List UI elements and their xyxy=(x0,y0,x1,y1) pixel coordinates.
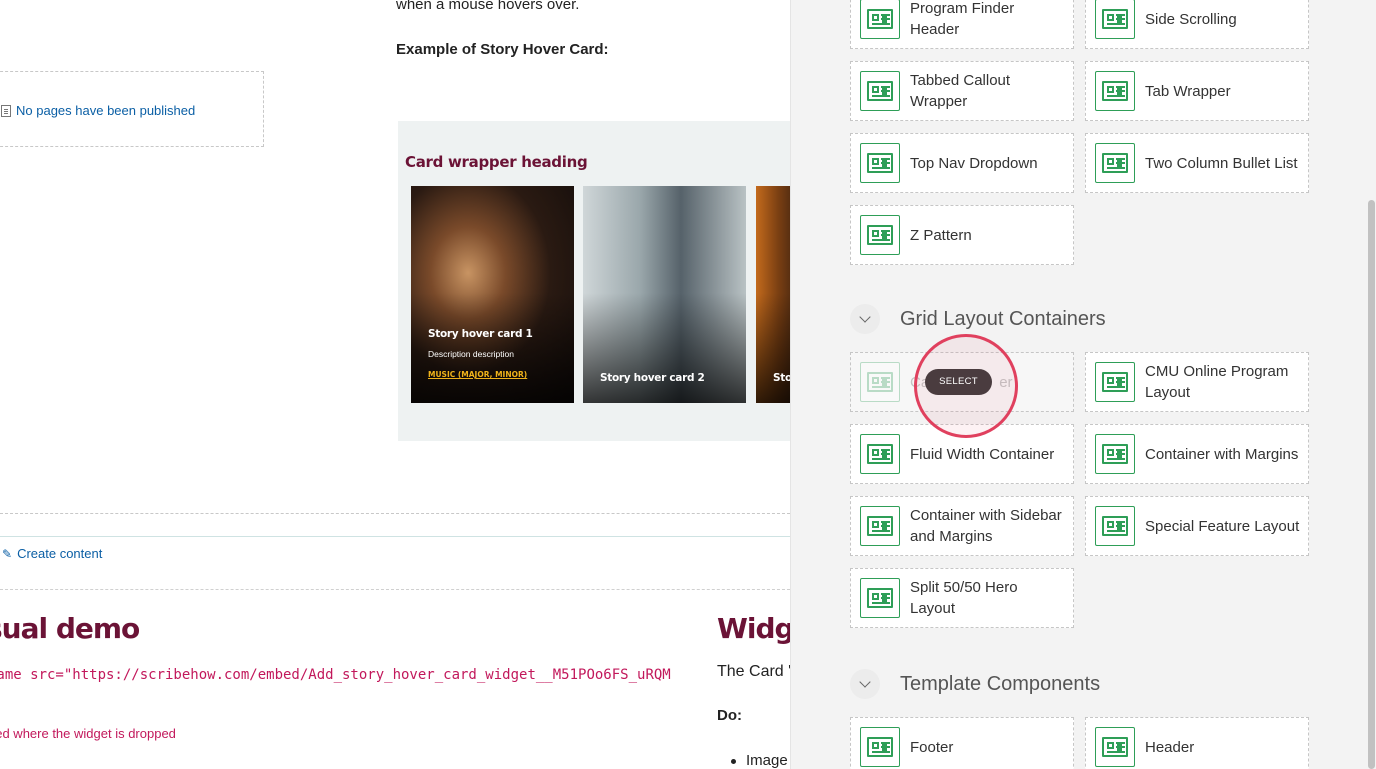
preview-heading: Card wrapper heading xyxy=(405,153,588,171)
tile-label: Footer xyxy=(910,738,954,756)
create-content-label: Create content xyxy=(17,546,103,561)
tile-label: Z Pattern xyxy=(910,226,972,244)
tile-container-with-margins[interactable]: Container with Margins xyxy=(1085,424,1309,484)
tile-label: Tab Wrapper xyxy=(1145,82,1231,100)
layout-block-icon xyxy=(860,578,900,618)
tile-label: Two Column Bullet List xyxy=(1145,154,1298,172)
section-template-components[interactable]: Template Components xyxy=(850,669,1100,699)
tile-footer[interactable]: Footer xyxy=(850,717,1074,769)
card-description: Description description xyxy=(428,349,514,359)
tile-container-with-sidebar-and-margins[interactable]: Container with Sidebar and Margins xyxy=(850,496,1074,556)
layout-block-icon xyxy=(860,215,900,255)
no-pages-block: No pages have been published xyxy=(0,71,264,147)
section-title: Grid Layout Containers xyxy=(900,307,1106,330)
tile-side-scrolling[interactable]: Side Scrolling xyxy=(1085,0,1309,49)
layout-block-icon xyxy=(1095,71,1135,111)
card-title: Story hover card 1 xyxy=(428,328,533,340)
layout-block-icon xyxy=(1095,362,1135,402)
tile-top-nav-dropdown[interactable]: Top Nav Dropdown xyxy=(850,133,1074,193)
example-label: Example of Story Hover Card: xyxy=(396,41,609,58)
main-content: when a mouse hovers over. Example of Sto… xyxy=(0,0,790,769)
intro-text: when a mouse hovers over. xyxy=(396,0,580,13)
layout-block-icon xyxy=(1095,727,1135,767)
tile-z-pattern[interactable]: Z Pattern xyxy=(850,205,1074,265)
chevron-down-icon[interactable] xyxy=(850,669,880,699)
added-note: ded where the widget is dropped xyxy=(0,726,176,741)
bullet-text: Image xyxy=(746,752,788,769)
tile-tab-wrapper[interactable]: Tab Wrapper xyxy=(1085,61,1309,121)
tile-label: Fluid Width Container xyxy=(910,445,1055,463)
layout-block-icon xyxy=(1095,143,1135,183)
card-widget-text: The Card ' xyxy=(717,663,790,680)
tile-split-50-50-hero-layout[interactable]: Split 50/50 Hero Layout xyxy=(850,568,1074,628)
tile-label: Split 50/50 Hero Layout xyxy=(910,579,1018,617)
tile-label: Container with Margins xyxy=(1145,445,1299,463)
tile-program-finder-header[interactable]: Program Finder Header xyxy=(850,0,1074,49)
layout-block-icon xyxy=(860,434,900,474)
bullet-item: Image xyxy=(731,752,788,769)
layout-block-icon xyxy=(1095,506,1135,546)
card-title: Story hover card 2 xyxy=(600,372,705,384)
card-shade xyxy=(411,293,574,403)
create-content-row: ✎ Create content xyxy=(0,536,790,590)
card-title: Sto xyxy=(773,372,790,384)
no-pages-label: No pages have been published xyxy=(16,103,196,118)
card-wrapper-preview: Card wrapper heading Story hover card 1 … xyxy=(398,121,790,441)
component-picker-panel: Program Finder Header Side Scrolling Tab… xyxy=(790,0,1376,769)
section-grid-layout-containers[interactable]: Grid Layout Containers xyxy=(850,304,1106,334)
chevron-down-icon[interactable] xyxy=(850,304,880,334)
section-title: Template Components xyxy=(900,672,1101,695)
tile-label: CMU Online Program Layout xyxy=(1145,363,1289,401)
document-icon xyxy=(1,104,11,117)
tile-special-feature-layout[interactable]: Special Feature Layout xyxy=(1085,496,1309,556)
iframe-code: rame src="https://scribehow.com/embed/Ad… xyxy=(0,667,671,683)
card-tag: MUSIC (MAJOR, MINOR) xyxy=(428,370,528,379)
layout-block-icon xyxy=(1095,434,1135,474)
tile-label: Special Feature Layout xyxy=(1145,517,1300,535)
scrollbar-track[interactable] xyxy=(1366,0,1376,769)
layout-block-icon xyxy=(860,143,900,183)
story-card: Sto xyxy=(756,186,790,403)
layout-block-icon xyxy=(860,71,900,111)
tile-label: Top Nav Dropdown xyxy=(910,154,1038,172)
tile-label: Tabbed Callout Wrapper xyxy=(910,72,1011,110)
widget-heading: Widge xyxy=(717,612,790,645)
layout-block-icon xyxy=(860,506,900,546)
do-label: Do: xyxy=(717,707,742,724)
layout-block-icon xyxy=(860,0,900,39)
no-pages-link[interactable]: No pages have been published xyxy=(1,103,195,118)
section-divider xyxy=(0,513,790,514)
tile-two-column-bullet-list[interactable]: Two Column Bullet List xyxy=(1085,133,1309,193)
card-shade xyxy=(756,293,790,403)
scrollbar-thumb[interactable] xyxy=(1368,200,1375,769)
layout-block-icon xyxy=(860,362,900,402)
layout-block-icon xyxy=(1095,0,1135,39)
card-shade xyxy=(583,293,746,403)
tile-label: Container with Sidebar and Margins xyxy=(910,507,1062,545)
tile-label: Program Finder Header xyxy=(910,0,1015,38)
tile-cmu-online-program-layout[interactable]: CMU Online Program Layout xyxy=(1085,352,1309,412)
pencil-icon: ✎ xyxy=(2,546,13,561)
story-card: Story hover card 2 xyxy=(583,186,746,403)
tile-tabbed-callout-wrapper[interactable]: Tabbed Callout Wrapper xyxy=(850,61,1074,121)
tile-label: Side Scrolling xyxy=(1145,10,1237,28)
bullet-icon xyxy=(731,758,736,764)
layout-block-icon xyxy=(860,727,900,767)
tile-header[interactable]: Header xyxy=(1085,717,1309,769)
visual-demo-heading: sual demo xyxy=(0,612,140,645)
tile-label: Header xyxy=(1145,738,1195,756)
story-card: Story hover card 1 Description descripti… xyxy=(411,186,574,403)
create-content-link[interactable]: ✎ Create content xyxy=(2,546,102,561)
select-button[interactable]: SELECT xyxy=(925,369,992,395)
